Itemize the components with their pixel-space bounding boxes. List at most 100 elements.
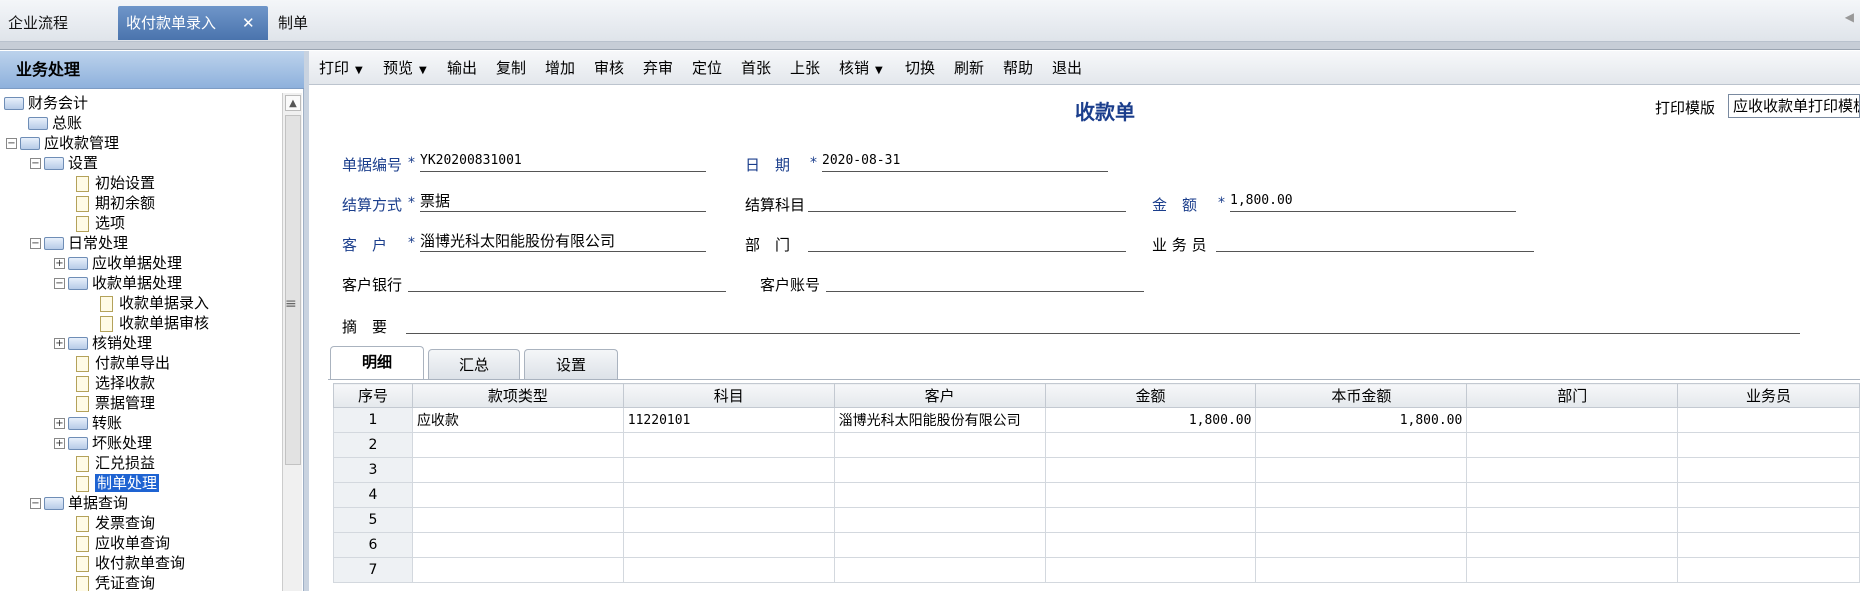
- tree-item-settings[interactable]: − 设置: [30, 153, 98, 173]
- cell-local-amount[interactable]: [1255, 507, 1468, 533]
- col-header-subject[interactable]: 科目: [622, 383, 835, 408]
- tab-detail[interactable]: 明细: [330, 346, 424, 380]
- cell-local-amount[interactable]: [1255, 482, 1468, 508]
- tab-voucher[interactable]: 制单: [270, 6, 316, 40]
- cell-dept[interactable]: [1466, 482, 1679, 508]
- tree-item-select-receipt[interactable]: 选择收款: [76, 373, 155, 393]
- collapse-icon[interactable]: −: [30, 158, 41, 169]
- cell-subject[interactable]: 11220101: [622, 407, 835, 433]
- salesman-field[interactable]: [1216, 232, 1534, 252]
- cell-dept[interactable]: [1466, 407, 1679, 433]
- cell-customer[interactable]: [833, 482, 1046, 508]
- cell-dept[interactable]: [1466, 507, 1679, 533]
- tab-receipt-entry[interactable]: 收付款单录入 ✕: [118, 6, 268, 40]
- tab-summary[interactable]: 汇总: [428, 349, 520, 379]
- prev-button[interactable]: 上张: [788, 56, 822, 80]
- col-header-type[interactable]: 款项类型: [411, 383, 624, 408]
- preview-button[interactable]: 预览 ▼: [381, 56, 429, 80]
- table-row[interactable]: 2: [333, 432, 1860, 458]
- cell-customer[interactable]: [833, 532, 1046, 558]
- tree-item-voucher-process[interactable]: 制单处理: [76, 473, 160, 493]
- tree-item-invoice-query[interactable]: 发票查询: [76, 513, 155, 533]
- tree-item-gl[interactable]: 总账: [28, 113, 82, 133]
- tree-item-fx[interactable]: 汇兑损益: [76, 453, 155, 473]
- switch-button[interactable]: 切换: [903, 56, 937, 80]
- cell-type[interactable]: 应收款: [411, 407, 624, 433]
- cell-amount[interactable]: [1044, 482, 1257, 508]
- cell-salesman[interactable]: [1677, 482, 1860, 508]
- cell-subject[interactable]: [622, 557, 835, 583]
- exit-button[interactable]: 退出: [1050, 56, 1084, 80]
- customer-field[interactable]: 淄博光科太阳能股份有限公司: [420, 232, 706, 252]
- splitter[interactable]: [304, 51, 309, 591]
- help-button[interactable]: 帮助: [1001, 56, 1035, 80]
- tree-item-receipt-query[interactable]: 收付款单查询: [76, 553, 185, 573]
- cell-amount[interactable]: [1044, 557, 1257, 583]
- memo-field[interactable]: [406, 314, 1800, 334]
- collapse-icon[interactable]: −: [54, 278, 65, 289]
- scroll-thumb[interactable]: [285, 115, 301, 465]
- cell-dept[interactable]: [1466, 532, 1679, 558]
- cell-salesman[interactable]: [1677, 507, 1860, 533]
- writeoff-button[interactable]: 核销 ▼: [837, 56, 885, 80]
- unaudit-button[interactable]: 弃审: [641, 56, 675, 80]
- tree-item-bad-debt[interactable]: + 坏账处理: [54, 433, 152, 453]
- cell-type[interactable]: [411, 432, 624, 458]
- customer-bank-field[interactable]: [408, 272, 726, 292]
- amount-field[interactable]: 1,800.00: [1230, 192, 1516, 212]
- close-icon[interactable]: ✕: [242, 6, 255, 40]
- print-template-select[interactable]: 应收收款单打印模板: [1728, 94, 1860, 118]
- table-row[interactable]: 5: [333, 507, 1860, 533]
- collapse-icon[interactable]: −: [30, 238, 41, 249]
- tree-item-daily[interactable]: − 日常处理: [30, 233, 128, 253]
- audit-button[interactable]: 审核: [592, 56, 626, 80]
- cell-subject[interactable]: [622, 507, 835, 533]
- cell-amount[interactable]: [1044, 507, 1257, 533]
- settle-method-field[interactable]: 票据: [420, 192, 706, 212]
- cell-salesman[interactable]: [1677, 532, 1860, 558]
- cell-subject[interactable]: [622, 457, 835, 483]
- tree-item-transfer[interactable]: + 转账: [54, 413, 122, 433]
- tree-item-opening-balance[interactable]: 期初余额: [76, 193, 155, 213]
- export-button[interactable]: 输出: [445, 56, 479, 80]
- cell-local-amount[interactable]: [1255, 532, 1468, 558]
- cell-subject[interactable]: [622, 532, 835, 558]
- tree-item-doc-query[interactable]: − 单据查询: [30, 493, 128, 513]
- sidebar-scrollbar[interactable]: ▲: [282, 93, 302, 591]
- date-field[interactable]: 2020-08-31: [822, 152, 1108, 172]
- cell-amount[interactable]: [1044, 532, 1257, 558]
- cell-salesman[interactable]: [1677, 457, 1860, 483]
- dept-field[interactable]: [808, 232, 1126, 252]
- refresh-button[interactable]: 刷新: [952, 56, 986, 80]
- expand-icon[interactable]: +: [54, 438, 65, 449]
- col-header-index[interactable]: 序号: [333, 383, 413, 408]
- locate-button[interactable]: 定位: [690, 56, 724, 80]
- cell-salesman[interactable]: [1677, 557, 1860, 583]
- cell-salesman[interactable]: [1677, 407, 1860, 433]
- table-row[interactable]: 6: [333, 532, 1860, 558]
- tree-item-finance[interactable]: 财务会计: [4, 93, 88, 113]
- tab-enterprise-process[interactable]: 企业流程: [0, 6, 76, 40]
- table-row[interactable]: 4: [333, 482, 1860, 508]
- cell-amount[interactable]: 1,800.00: [1044, 407, 1257, 433]
- tree-item-ar-docs[interactable]: + 应收单据处理: [54, 253, 182, 273]
- scroll-left-icon[interactable]: ◀: [1845, 10, 1854, 24]
- copy-button[interactable]: 复制: [494, 56, 528, 80]
- tree-item-options[interactable]: 选项: [76, 213, 125, 233]
- col-header-dept[interactable]: 部门: [1466, 383, 1679, 408]
- cell-local-amount[interactable]: 1,800.00: [1255, 407, 1468, 433]
- cell-dept[interactable]: [1466, 457, 1679, 483]
- cell-local-amount[interactable]: [1255, 457, 1468, 483]
- tree-item-payment-export[interactable]: 付款单导出: [76, 353, 170, 373]
- cell-type[interactable]: [411, 507, 624, 533]
- cell-customer[interactable]: 淄博光科太阳能股份有限公司: [833, 407, 1046, 433]
- chevron-down-icon[interactable]: ▼: [355, 65, 363, 76]
- tree-item-receipt-entry[interactable]: 收款单据录入: [100, 293, 209, 313]
- cell-customer[interactable]: [833, 557, 1046, 583]
- cell-dept[interactable]: [1466, 432, 1679, 458]
- tree-item-bills[interactable]: 票据管理: [76, 393, 155, 413]
- cell-salesman[interactable]: [1677, 432, 1860, 458]
- tree-item-receipt-audit[interactable]: 收款单据审核: [100, 313, 209, 333]
- tree-item-ar[interactable]: − 应收款管理: [6, 133, 119, 153]
- col-header-customer[interactable]: 客户: [833, 383, 1046, 408]
